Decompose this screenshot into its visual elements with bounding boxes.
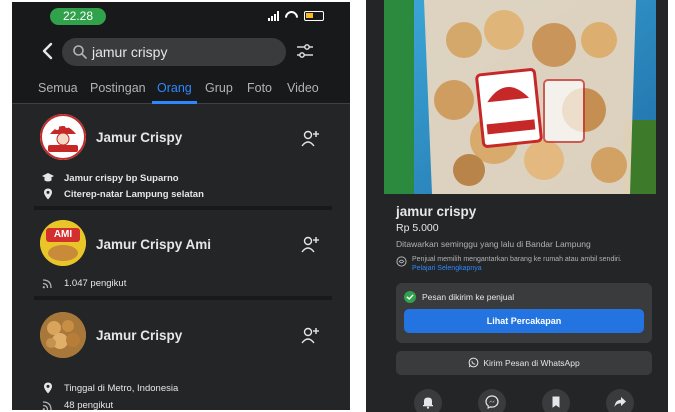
listing-photo[interactable] (384, 0, 656, 194)
bookmark-icon (552, 396, 560, 408)
status-icons (268, 9, 324, 23)
avatar (40, 114, 86, 160)
messenger-icon (485, 395, 499, 409)
result-meta-work: Jamur crispy bp Suparno (42, 172, 179, 184)
people-result[interactable]: Jamur Crispy Jamur crispy bp Suparno Cit… (34, 106, 332, 206)
message-sent-label: Pesan dikirim ke penjual (422, 292, 515, 302)
tab-semua[interactable]: Semua (38, 81, 78, 95)
followers-icon (42, 279, 52, 289)
avatar (40, 312, 86, 358)
active-tab-indicator (152, 101, 197, 104)
save-button[interactable] (542, 389, 570, 412)
avatar-label: AMI (53, 229, 73, 240)
search-icon (73, 45, 87, 59)
check-circle-icon (404, 291, 416, 303)
wifi-icon (285, 11, 298, 21)
add-friend-icon[interactable] (300, 128, 320, 148)
status-bar: 22.28 (12, 2, 350, 30)
result-meta-followers: 48 pengikut (42, 399, 113, 410)
filter-icon[interactable] (295, 41, 315, 61)
tab-video[interactable]: Video (287, 81, 319, 95)
add-friend-icon[interactable] (300, 325, 320, 345)
delivery-icon (396, 256, 407, 267)
learn-more-link[interactable]: Pelajari Selengkapnya (412, 265, 482, 272)
whatsapp-message-button[interactable]: Kirim Pesan di WhatsApp (396, 351, 652, 375)
crispy-mushroom-photo-icon (40, 312, 86, 358)
followers-icon (42, 401, 52, 410)
search-query: jamur crispy (92, 44, 168, 60)
battery-icon (304, 11, 324, 21)
bell-icon (423, 397, 433, 409)
education-icon (42, 173, 54, 182)
alert-button[interactable] (414, 389, 442, 412)
listing-actions (396, 384, 652, 412)
result-meta-location: Tinggal di Metro, Indonesia (42, 382, 178, 394)
whatsapp-icon (468, 357, 479, 368)
delivery-note: Penjual memilih mengantarkan barang ke r… (412, 256, 622, 263)
messenger-button[interactable] (478, 389, 506, 412)
listing-price: Rp 5.000 (396, 222, 439, 234)
location-icon (44, 188, 52, 200)
screenshot-collage: 22.28 jamur crispy Semua Postingan Orang… (0, 0, 675, 412)
product-bag-photo-icon (384, 0, 656, 194)
marketplace-listing-screen: jamur crispy Rp 5.000 Ditawarkan semingg… (366, 0, 668, 412)
listing-title: jamur crispy (396, 204, 477, 219)
result-name[interactable]: Jamur Crispy Ami (96, 237, 211, 252)
add-friend-icon[interactable] (300, 234, 320, 254)
back-arrow-icon[interactable] (38, 41, 58, 61)
tab-postingan[interactable]: Postingan (90, 81, 146, 95)
result-name[interactable]: Jamur Crispy (96, 328, 182, 343)
facebook-search-screen: 22.28 jamur crispy Semua Postingan Orang… (12, 2, 350, 410)
signal-icon (268, 11, 279, 21)
ami-logo-icon (40, 220, 86, 266)
search-filter-tabs: Semua Postingan Orang Grup Foto Video (12, 74, 350, 104)
result-meta-location: Citerep-natar Lampung selatan (42, 188, 204, 200)
people-result[interactable]: AMI Jamur Crispy Ami 1.047 pengikut (34, 210, 332, 296)
tab-grup[interactable]: Grup (205, 81, 233, 95)
location-icon (44, 382, 52, 394)
message-sent-card: Pesan dikirim ke penjual Lihat Percakapa… (396, 283, 652, 343)
result-name[interactable]: Jamur Crispy (96, 130, 182, 145)
share-button[interactable] (606, 389, 634, 412)
view-conversation-button[interactable]: Lihat Percakapan (404, 309, 644, 333)
listing-posted-info: Ditawarkan seminggu yang lalu di Bandar … (396, 239, 591, 249)
whatsapp-button-label: Kirim Pesan di WhatsApp (483, 358, 580, 368)
search-header: jamur crispy (12, 30, 350, 74)
jamurchipsy-logo-icon (40, 114, 86, 160)
avatar: AMI (40, 220, 86, 266)
tab-orang[interactable]: Orang (157, 81, 192, 95)
result-meta-followers: 1.047 pengikut (42, 277, 126, 289)
share-icon (614, 397, 626, 407)
tab-foto[interactable]: Foto (247, 81, 272, 95)
status-time: 22.28 (50, 8, 106, 25)
people-result[interactable]: Jamur Crispy Tinggal di Metro, Indonesia… (34, 300, 332, 410)
search-input[interactable]: jamur crispy (62, 38, 286, 66)
